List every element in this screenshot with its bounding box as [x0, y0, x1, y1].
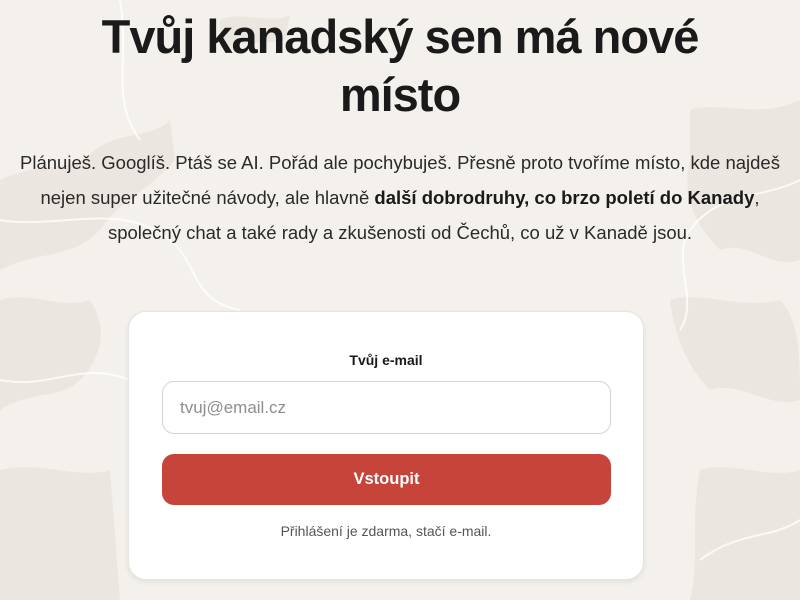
enter-button[interactable]: Vstoupit [162, 454, 611, 505]
signup-note: Přihlášení je zdarma, stačí e-mail. [280, 523, 492, 539]
signup-card: Tvůj e-mail Vstoupit Přihlášení je zdarm… [128, 311, 644, 580]
email-input[interactable] [162, 381, 611, 434]
intro-text-highlight: další dobrodruhy, co brzo poletí do Kana… [374, 187, 755, 208]
email-label: Tvůj e-mail [349, 352, 423, 368]
page-title: Tvůj kanadský sen má nové místo [101, 10, 700, 121]
intro-paragraph: Plánuješ. Googlíš. Ptáš se AI. Pořád ale… [14, 145, 786, 250]
